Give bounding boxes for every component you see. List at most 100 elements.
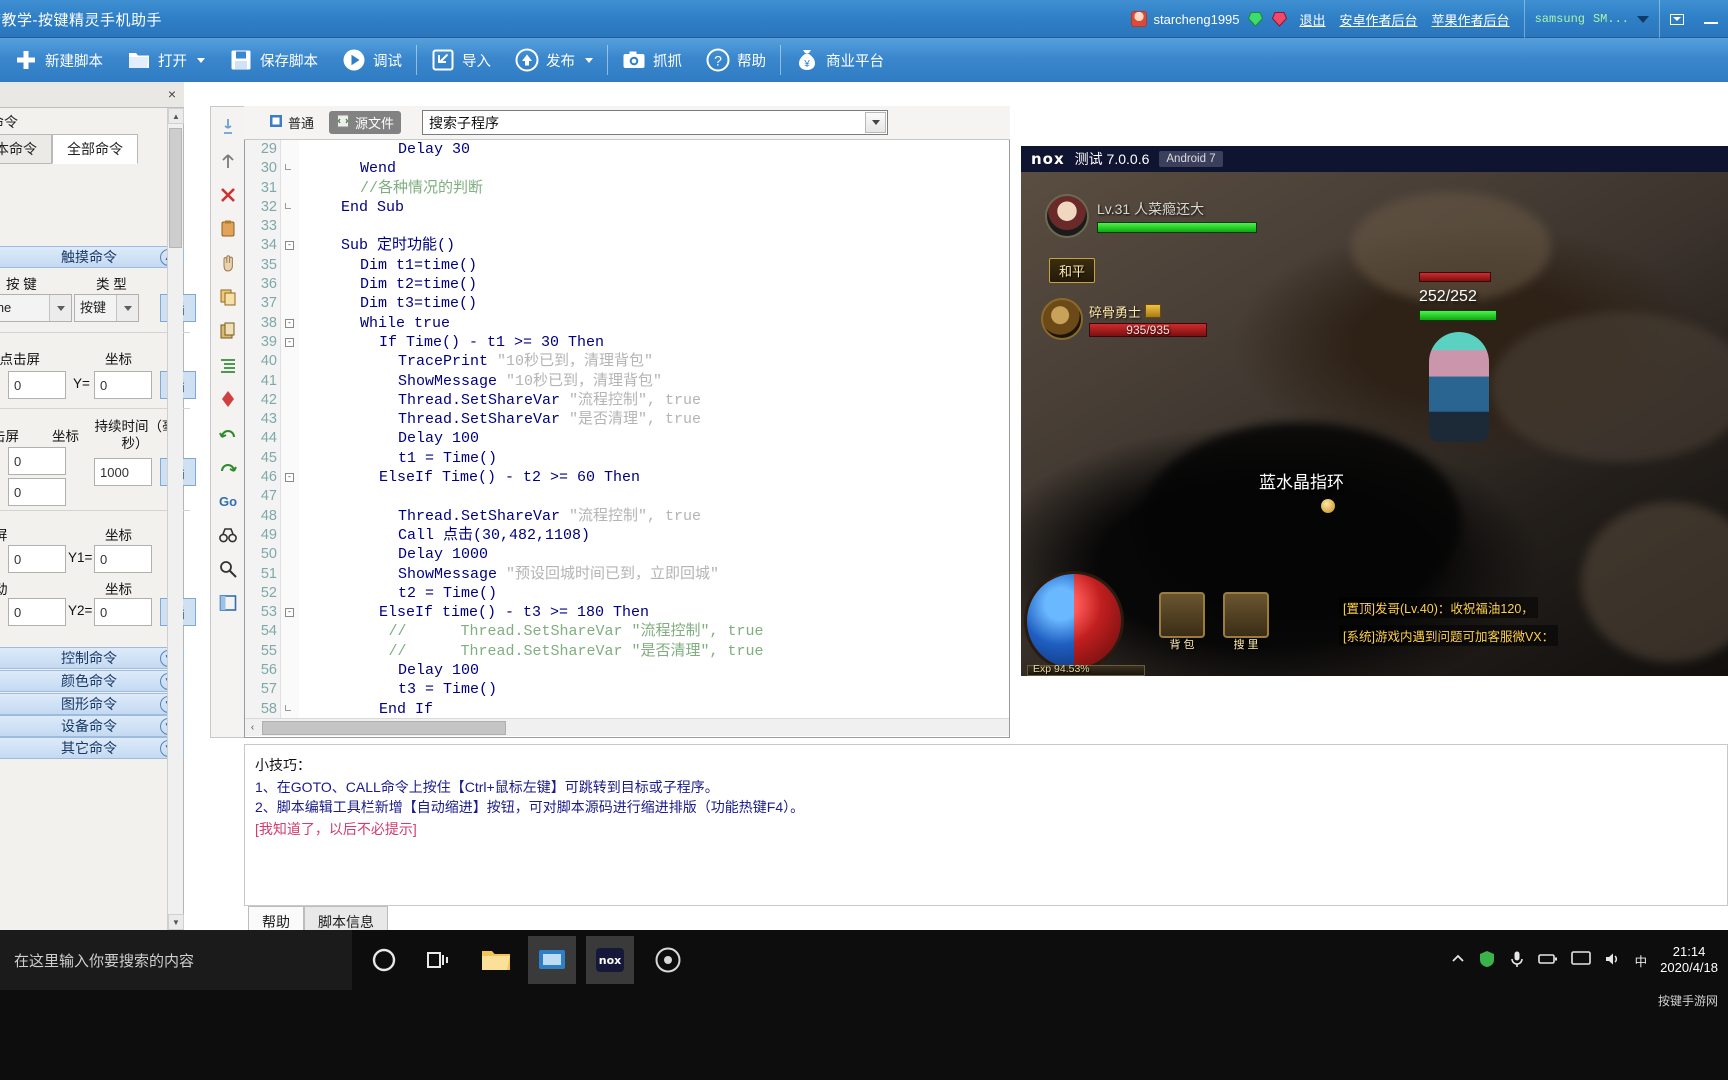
code-line[interactable]: 36 Dim t2=time() [245, 275, 1009, 294]
group-touch-commands[interactable]: 触摸命令 ▲ [0, 246, 184, 268]
code-line[interactable]: 35 Dim t1=time() [245, 256, 1009, 275]
swipe-y1-input[interactable]: 0 [94, 545, 152, 573]
android-backend-link[interactable]: 安卓作者后台 [1340, 10, 1418, 29]
code-fold-toggle[interactable]: - [285, 241, 294, 251]
hold-x-input[interactable]: 0 [8, 447, 66, 475]
capture-button[interactable]: 抓抓 [610, 38, 694, 82]
code-line[interactable]: 58 End If [245, 700, 1009, 718]
clipboard-icon[interactable] [216, 217, 240, 241]
device-selector[interactable]: samsung SM... [1523, 0, 1659, 38]
code-line[interactable]: 56 Delay 100 [245, 661, 1009, 680]
code-line[interactable]: 46 ElseIf Time() - t2 >= 60 Then - [245, 468, 1009, 487]
code-area[interactable]: 29 Delay 30 30 Wend 31//各种情况的判断 32 End Sub 33 34… [245, 140, 1009, 718]
code-line[interactable]: 48 Thread.SetShareVar "流程控制", true [245, 507, 1009, 526]
search-replace-icon[interactable] [216, 557, 240, 581]
arrow-up-icon[interactable] [216, 149, 240, 173]
group-color-commands[interactable]: 颜色命令 ▼ [0, 670, 184, 692]
tray-mic-icon[interactable] [1509, 950, 1525, 971]
keyboard-wizard-app-icon[interactable] [528, 936, 576, 984]
code-line[interactable]: 54 // Thread.SetShareVar "流程控制", true [245, 622, 1009, 641]
swipe-x2-input[interactable]: 0 [8, 598, 66, 626]
open-button[interactable]: 打开 [115, 38, 217, 82]
new-script-button[interactable]: 新建脚本 [2, 38, 115, 82]
code-line[interactable]: 50 Delay 1000 [245, 545, 1009, 564]
hold-duration-input[interactable]: 1000 [94, 458, 152, 486]
taskbar-clock[interactable]: 21:14 2020/4/18 [1660, 944, 1718, 977]
tray-shield-icon[interactable] [1478, 950, 1496, 971]
scroll-left-arrow[interactable]: ‹ [245, 720, 260, 736]
code-line[interactable]: 49 Call 点击(30,482,1108) [245, 526, 1009, 545]
chevron-down-icon[interactable] [865, 112, 886, 133]
recorder-app-icon[interactable] [644, 936, 692, 984]
type-select[interactable]: 按键 [74, 294, 139, 322]
peace-mode-badge[interactable]: 和平 [1049, 258, 1096, 283]
drop-item-icon[interactable] [1321, 499, 1335, 513]
logout-link[interactable]: 退出 [1300, 10, 1326, 29]
nox-emulator-window[interactable]: nox 测试 7.0.0.6 Android 7 Lv.31 人菜瘾还大 和平 [1021, 146, 1728, 676]
code-lines[interactable]: 29 Delay 30 30 Wend 31//各种情况的判断 32 End Sub 33 34… [245, 140, 1009, 718]
ime-language-indicator[interactable]: 中 [1635, 951, 1648, 970]
key-select[interactable]: ome [0, 294, 72, 322]
code-line[interactable]: 57 t3 = Time() [245, 680, 1009, 699]
drop-item-label[interactable]: 蓝水晶指环 [1259, 468, 1344, 493]
group-other-commands[interactable]: 其它命令 ▼ [0, 737, 184, 759]
code-line[interactable]: 37 Dim t3=time() [245, 294, 1009, 313]
scroll-thumb[interactable] [169, 128, 182, 248]
code-fold-toggle[interactable]: - [285, 318, 294, 328]
mode-source-button[interactable]: 源文件 [329, 111, 402, 134]
tips-dismiss-link[interactable]: [我知道了，以后不必提示] [255, 819, 1727, 839]
group-device-commands[interactable]: 设备命令 ▼ [0, 715, 184, 737]
tab-basic-commands[interactable]: 本命令 [0, 134, 52, 164]
pin-icon[interactable] [216, 115, 240, 139]
bookmark-icon[interactable] [216, 387, 240, 411]
help-button[interactable]: ? 帮助 [694, 38, 778, 82]
binoculars-icon[interactable] [216, 523, 240, 547]
close-icon[interactable]: × [168, 86, 176, 102]
code-line[interactable]: 42 Thread.SetShareVar "流程控制", true [245, 391, 1009, 410]
scroll-down-arrow[interactable]: ▼ [168, 914, 184, 930]
hold-y-input[interactable]: 0 [8, 478, 66, 506]
code-line[interactable]: 30 Wend [245, 159, 1009, 178]
commercial-platform-button[interactable]: ¥ 商业平台 [783, 38, 896, 82]
group-control-commands[interactable]: 控制命令 ▼ [0, 647, 184, 669]
hand-icon[interactable] [216, 251, 240, 275]
green-gem-icon[interactable] [1247, 11, 1264, 27]
code-line[interactable]: 53 ElseIf time() - t3 >= 180 Then - [245, 603, 1009, 622]
code-line[interactable]: 51 ShowMessage "预设回城时间已到，立即回城" [245, 565, 1009, 584]
code-line[interactable]: 43 Thread.SetShareVar "是否清理", true [245, 410, 1009, 429]
code-fold-toggle[interactable] [285, 202, 291, 209]
code-fold-toggle[interactable]: - [285, 473, 294, 483]
scroll-up-arrow[interactable]: ▲ [168, 108, 184, 124]
redo-icon[interactable] [216, 455, 240, 479]
cortana-icon[interactable] [360, 936, 408, 984]
code-line[interactable]: 34 Sub 定时功能() - [245, 236, 1009, 255]
editor-horizontal-scrollbar[interactable]: ‹ [245, 718, 1009, 736]
windows-search-box[interactable]: 在这里输入你要搜索的内容 [0, 930, 352, 990]
copy-icon[interactable] [216, 285, 240, 309]
save-script-button[interactable]: 保存脚本 [217, 38, 330, 82]
code-line[interactable]: 52 t2 = Time() [245, 584, 1009, 603]
minimize-button[interactable] [1694, 0, 1728, 38]
tab-all-commands[interactable]: 全部命令 [52, 134, 138, 164]
code-line[interactable]: 32 End Sub [245, 198, 1009, 217]
red-gem-icon[interactable] [1271, 11, 1288, 27]
code-line[interactable]: 38 While true - [245, 314, 1009, 333]
indent-icon[interactable] [216, 353, 240, 377]
undo-icon[interactable] [216, 421, 240, 445]
nox-app-icon[interactable]: nox [586, 936, 634, 984]
chevron-down-icon[interactable] [49, 295, 71, 321]
tap-x-input[interactable]: 0 [8, 371, 66, 399]
code-fold-toggle[interactable]: - [285, 337, 294, 347]
search-slot-button[interactable]: 搜 里 [1223, 592, 1269, 651]
subroutine-select[interactable]: 搜索子程序 [422, 110, 888, 135]
bag-slot-button[interactable]: 背 包 [1159, 592, 1205, 651]
tray-expand-icon[interactable] [1451, 952, 1465, 969]
paste-icon[interactable] [216, 319, 240, 343]
tray-battery-icon[interactable] [1537, 952, 1558, 969]
file-explorer-icon[interactable] [472, 936, 520, 984]
task-view-icon[interactable] [414, 936, 462, 984]
group-graphic-commands[interactable]: 图形命令 ▼ [0, 693, 184, 715]
code-fold-toggle[interactable] [285, 164, 291, 171]
panel-scrollbar[interactable]: ▲ ▼ [167, 108, 184, 930]
panel-toggle-icon[interactable] [216, 591, 240, 615]
